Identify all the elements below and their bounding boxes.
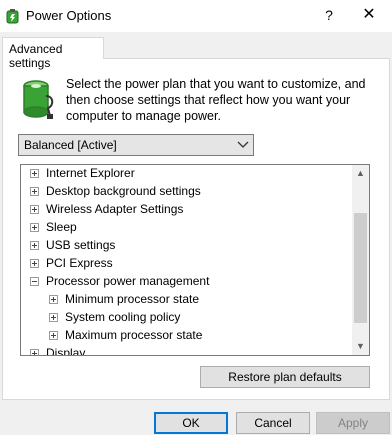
tree-item[interactable]: Internet Explorer xyxy=(21,165,354,182)
tree-item[interactable]: USB settings xyxy=(21,236,354,254)
tree-item[interactable]: System cooling policy xyxy=(21,308,354,326)
expand-plus-icon[interactable] xyxy=(49,313,58,322)
expand-plus-icon[interactable] xyxy=(30,241,39,250)
expand-plus-icon[interactable] xyxy=(30,349,39,355)
tree-item[interactable]: Sleep xyxy=(21,218,354,236)
expand-plus-icon[interactable] xyxy=(49,331,58,340)
tree-item-label: Wireless Adapter Settings xyxy=(46,202,184,216)
tree-item[interactable]: PCI Express xyxy=(21,254,354,272)
tree-item-label: Display xyxy=(46,346,86,356)
tree-item-label: Desktop background settings xyxy=(46,184,201,198)
tree-item[interactable]: Maximum processor state xyxy=(21,326,354,344)
scroll-up-arrow-icon[interactable]: ▲ xyxy=(352,165,369,182)
scroll-down-arrow-icon[interactable]: ▼ xyxy=(352,338,369,355)
description-text: Select the power plan that you want to c… xyxy=(66,77,366,123)
power-plan-value: Balanced [Active] xyxy=(24,138,117,152)
expand-plus-icon[interactable] xyxy=(30,187,39,196)
power-options-icon xyxy=(6,9,19,24)
expand-plus-icon[interactable] xyxy=(30,169,39,178)
expand-plus-icon[interactable] xyxy=(30,223,39,232)
cancel-button[interactable]: Cancel xyxy=(236,412,310,434)
tree-item[interactable]: Display xyxy=(21,344,354,356)
expand-plus-icon[interactable] xyxy=(30,205,39,214)
tree-item-label: Processor power management xyxy=(46,274,210,288)
tree-item[interactable]: Wireless Adapter Settings xyxy=(21,200,354,218)
close-button[interactable]: ✕ xyxy=(356,3,382,27)
collapse-minus-icon[interactable] xyxy=(30,277,39,286)
power-plan-dropdown[interactable]: Balanced [Active] xyxy=(18,134,254,156)
expand-plus-icon[interactable] xyxy=(49,295,58,304)
restore-plan-defaults-button[interactable]: Restore plan defaults xyxy=(200,366,370,388)
tree-item-label: Internet Explorer xyxy=(46,166,135,180)
expand-plus-icon[interactable] xyxy=(30,259,39,268)
tree-item-label: PCI Express xyxy=(46,256,113,270)
scroll-thumb[interactable] xyxy=(354,213,367,323)
settings-tree-list: Internet Explorer Desktop background sett… xyxy=(21,165,354,356)
apply-button: Apply xyxy=(316,412,390,434)
tree-item[interactable]: Minimum processor state xyxy=(21,290,354,308)
ok-button[interactable]: OK xyxy=(154,412,228,434)
title-bar: Power Options ? ✕ xyxy=(0,0,392,32)
battery-icon xyxy=(23,80,54,119)
help-button[interactable]: ? xyxy=(318,3,340,27)
window-title: Power Options xyxy=(26,8,112,23)
tab-advanced-settings[interactable]: Advanced settings xyxy=(2,37,104,70)
chevron-down-icon xyxy=(237,141,249,148)
vertical-scrollbar[interactable]: ▲ ▼ xyxy=(352,165,369,355)
tree-item[interactable]: Processor power management xyxy=(21,272,354,290)
settings-tree[interactable]: Internet Explorer Desktop background sett… xyxy=(20,164,370,356)
tree-item-label: Minimum processor state xyxy=(65,292,200,306)
tree-item-label: Sleep xyxy=(46,220,77,234)
tree-item-label: Maximum processor state xyxy=(65,328,203,342)
tree-item[interactable]: Desktop background settings xyxy=(21,182,354,200)
tree-item-label: USB settings xyxy=(46,238,116,252)
tree-item-label: System cooling policy xyxy=(65,310,181,324)
